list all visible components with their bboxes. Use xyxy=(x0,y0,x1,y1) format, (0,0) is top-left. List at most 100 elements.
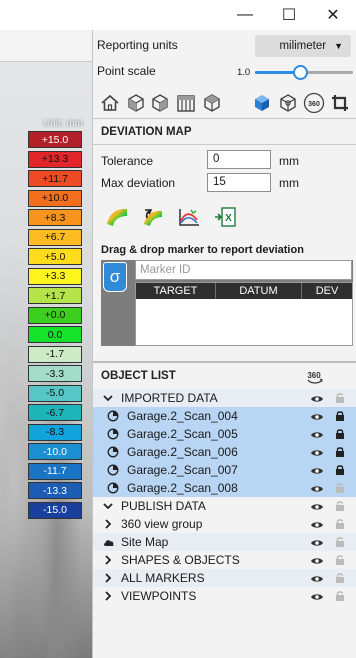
scale-step: -10.0 xyxy=(28,443,82,460)
cube-top-icon[interactable] xyxy=(175,92,197,114)
wire-cube-icon[interactable] xyxy=(277,92,299,114)
object-group-row[interactable]: VIEWPOINTS xyxy=(93,587,356,605)
scale-step: +5.0 xyxy=(28,248,82,265)
window-title-bar: — ☐ ✕ xyxy=(0,0,356,30)
row-label: VIEWPOINTS xyxy=(121,589,197,603)
marker-id-input[interactable]: Marker ID xyxy=(135,260,352,280)
scale-step: +6.7 xyxy=(28,228,82,246)
visibility-eye-icon[interactable] xyxy=(310,483,324,493)
point-scale-thumb[interactable] xyxy=(293,65,309,80)
rainbow-reset-icon[interactable] xyxy=(141,206,165,228)
max-deviation-label: Max deviation xyxy=(101,176,176,190)
visibility-eye-icon[interactable] xyxy=(310,573,324,583)
scan-row[interactable]: Garage.2_Scan_008 xyxy=(93,479,356,497)
point-scale-slider[interactable] xyxy=(255,65,353,80)
subgroup-row[interactable]: 360 view group xyxy=(93,515,356,533)
deviation-map-title: DEVIATION MAP xyxy=(101,126,192,138)
solid-cube-icon[interactable] xyxy=(251,92,273,114)
view-360-icon[interactable]: 360 xyxy=(303,92,325,114)
row-label: PUBLISH DATA xyxy=(121,499,206,513)
scan-row[interactable]: Garage.2_Scan_004 xyxy=(93,407,356,425)
visibility-eye-icon[interactable] xyxy=(310,465,324,475)
lock-icon[interactable] xyxy=(334,410,346,422)
tolerance-input[interactable]: 0 xyxy=(207,150,271,169)
scale-step: +11.7 xyxy=(28,170,82,187)
cube-side-icon[interactable] xyxy=(149,92,171,114)
visibility-eye-icon[interactable] xyxy=(310,429,324,439)
unlock-icon[interactable] xyxy=(334,392,346,404)
crop-icon[interactable] xyxy=(329,92,351,114)
point-cloud-viewport[interactable]: Unit: mm +15.0 +13.3 +11.7 +10.0 +8.3 +6.7 +5.… xyxy=(0,30,92,658)
scan-row[interactable]: Garage.2_Scan_007 xyxy=(93,461,356,479)
view-360-label: 360 xyxy=(308,101,320,108)
scale-step: +15.0 xyxy=(28,131,82,148)
scan-icon xyxy=(107,428,119,440)
scan-row[interactable]: Garage.2_Scan_005 xyxy=(93,425,356,443)
properties-panel: Reporting units milimeter ▼ Point scale … xyxy=(92,30,356,658)
rainbow-map-icon[interactable] xyxy=(105,206,129,228)
lock-icon[interactable] xyxy=(334,464,346,476)
chevron-right-icon[interactable] xyxy=(103,572,113,584)
visibility-eye-icon[interactable] xyxy=(310,537,324,547)
view-toolbar: 360 xyxy=(93,88,356,118)
scale-step: +10.0 xyxy=(28,189,82,207)
visibility-eye-icon[interactable] xyxy=(310,501,324,511)
unlock-icon[interactable] xyxy=(334,554,346,566)
scale-step: 0.0 xyxy=(28,326,82,343)
maximize-button[interactable]: ☐ xyxy=(266,0,312,30)
object-group-row[interactable]: IMPORTED DATA xyxy=(93,389,356,407)
visibility-eye-icon[interactable] xyxy=(310,519,324,529)
scan-icon xyxy=(107,464,119,476)
unlock-icon[interactable] xyxy=(334,590,346,602)
object-group-row[interactable]: SHAPES & OBJECTS xyxy=(93,551,356,569)
row-label: Garage.2_Scan_005 xyxy=(127,427,238,441)
row-label: IMPORTED DATA xyxy=(121,391,218,405)
cube-front-icon[interactable] xyxy=(125,92,147,114)
point-scale-value: 1.0 xyxy=(237,67,251,78)
visibility-eye-icon[interactable] xyxy=(310,555,324,565)
scale-step: +1.7 xyxy=(28,287,82,304)
deviation-chart-icon[interactable] xyxy=(177,206,201,228)
home-icon[interactable] xyxy=(99,92,121,114)
cube-iso-icon[interactable] xyxy=(201,92,223,114)
unlock-icon[interactable] xyxy=(334,536,346,548)
unlock-icon[interactable] xyxy=(334,518,346,530)
lock-icon[interactable] xyxy=(334,428,346,440)
export-excel-icon[interactable]: X xyxy=(213,206,237,228)
unlock-icon[interactable] xyxy=(334,500,346,512)
chevron-right-icon[interactable] xyxy=(103,554,113,566)
object-list-360-icon[interactable]: 360 xyxy=(305,367,325,385)
chevron-down-icon[interactable] xyxy=(103,500,113,512)
minimize-button[interactable]: — xyxy=(222,0,268,30)
visibility-eye-icon[interactable] xyxy=(310,591,324,601)
chevron-right-icon[interactable] xyxy=(103,590,113,602)
reporting-units-label: Reporting units xyxy=(97,38,178,52)
toolbar-divider xyxy=(93,118,356,119)
chevron-down-icon[interactable] xyxy=(103,392,113,404)
scale-step: -6.7 xyxy=(28,404,82,421)
close-button[interactable]: ✕ xyxy=(310,0,356,30)
unlock-icon[interactable] xyxy=(334,482,346,494)
row-label: Site Map xyxy=(121,535,169,549)
site-map-row[interactable]: Site Map xyxy=(93,533,356,551)
unlock-icon[interactable] xyxy=(334,572,346,584)
viewport-header xyxy=(0,30,92,62)
visibility-eye-icon[interactable] xyxy=(310,393,324,403)
chevron-right-icon[interactable] xyxy=(103,518,113,530)
max-deviation-unit: mm xyxy=(279,176,299,190)
scale-step: -8.3 xyxy=(28,423,82,441)
scale-step: -1.7 xyxy=(28,345,82,363)
object-group-row[interactable]: PUBLISH DATA xyxy=(93,497,356,515)
row-label: SHAPES & OBJECTS xyxy=(121,553,240,567)
visibility-eye-icon[interactable] xyxy=(310,411,324,421)
row-label: Garage.2_Scan_006 xyxy=(127,445,238,459)
visibility-eye-icon[interactable] xyxy=(310,447,324,457)
scan-row[interactable]: Garage.2_Scan_006 xyxy=(93,443,356,461)
max-deviation-input[interactable]: 15 xyxy=(207,173,271,192)
object-group-row[interactable]: ALL MARKERS xyxy=(93,569,356,587)
reporting-units-select[interactable]: milimeter ▼ xyxy=(255,35,351,57)
object-list-360-label: 360 xyxy=(307,371,321,380)
lock-icon[interactable] xyxy=(334,446,346,458)
marker-icon[interactable]: σ xyxy=(103,262,127,292)
marker-drop-zone[interactable]: σ Marker ID TARGET DATUM DEV xyxy=(101,260,353,346)
